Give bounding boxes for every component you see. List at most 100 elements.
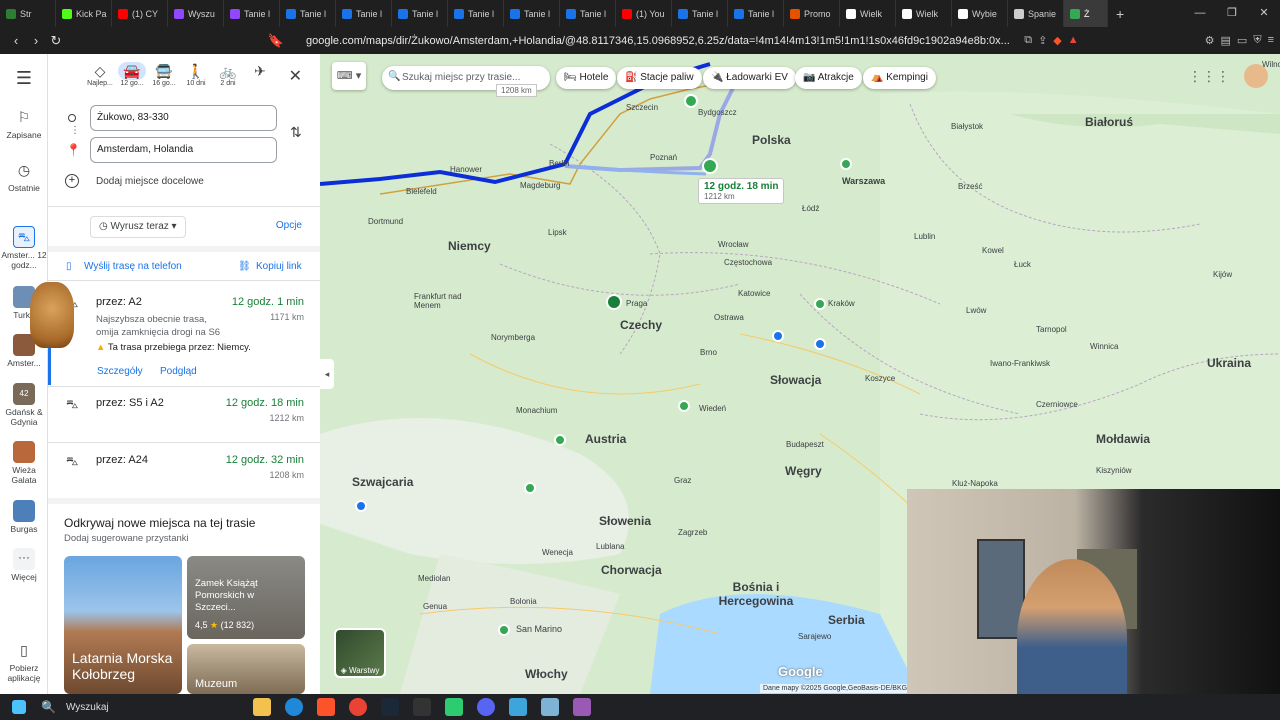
menu-icon[interactable]: ≡ [1268, 34, 1274, 47]
chrome-icon[interactable] [348, 698, 367, 716]
preview-button[interactable]: Podgląd [160, 366, 197, 377]
destination-input[interactable]: Amsterdam, Holandia [90, 137, 277, 163]
options-button[interactable]: Opcje [276, 220, 302, 231]
ev-marker-icon[interactable] [702, 158, 718, 174]
keyboard-button[interactable]: ⌨ ▾ [332, 62, 366, 90]
minimize-icon[interactable]: — [1184, 0, 1216, 27]
rail-get-app[interactable]: ▯ Pobierz aplikację [0, 639, 48, 684]
browser-tab[interactable]: Str [0, 0, 56, 27]
menu-hamburger-icon[interactable]: ☰ [0, 68, 48, 89]
browser-tab[interactable]: Tanie l [560, 0, 616, 27]
hotel-marker-icon[interactable] [814, 338, 826, 350]
bookmark-icon[interactable]: 🔖 [266, 33, 286, 49]
browser-tab[interactable]: Spanie [1008, 0, 1064, 27]
ev-marker-icon[interactable] [554, 434, 566, 446]
details-button[interactable]: Szczegóły [97, 366, 143, 377]
chip-camping[interactable]: ⛺ Kempingi [863, 67, 936, 89]
browser-tab[interactable]: Wyszu [168, 0, 224, 27]
mode-flight[interactable]: ✈ [246, 62, 274, 80]
browser-tab[interactable]: Tanie l [336, 0, 392, 27]
close-icon[interactable]: ✕ [289, 66, 302, 86]
app-icon[interactable] [444, 698, 463, 716]
browser-tab[interactable]: Tanie l [280, 0, 336, 27]
rail-recent-amsterdam-route[interactable]: ⛍ Amster... 12 godz... [0, 226, 48, 271]
browser-tab[interactable]: Tanie l [728, 0, 784, 27]
browser-tab[interactable]: Kick Pa [56, 0, 112, 27]
browser-tab[interactable]: Tanie l [672, 0, 728, 27]
collapse-panel-icon[interactable]: ◂ [320, 359, 334, 389]
vpn-icon[interactable]: ⛨ [1253, 34, 1261, 47]
rail-gdansk[interactable]: 42 Gdańsk & Gdynia [0, 383, 48, 428]
rewards-icon[interactable]: ▲ [1068, 34, 1079, 47]
browser-tab[interactable]: Tanie l [392, 0, 448, 27]
new-tab-icon[interactable]: + [1108, 6, 1132, 22]
browser-tab[interactable]: Wielk [896, 0, 952, 27]
rail-recent[interactable]: ◷ Ostatnie [0, 159, 48, 194]
hotel-marker-icon[interactable] [355, 500, 367, 512]
ev-marker-icon[interactable] [498, 624, 510, 636]
browser-tab[interactable]: Promo [784, 0, 840, 27]
wallet-icon[interactable]: ▭ [1237, 34, 1247, 47]
browser-tab[interactable]: Wielk [840, 0, 896, 27]
app-icon[interactable] [540, 698, 559, 716]
maximize-icon[interactable]: ❐ [1216, 0, 1248, 27]
ev-marker-icon[interactable] [840, 158, 852, 170]
hotel-marker-icon[interactable] [772, 330, 784, 342]
browser-tab[interactable]: Ż [1064, 0, 1108, 27]
browser-tab[interactable]: Tanie l [448, 0, 504, 27]
route-time-label[interactable]: 12 godz. 18 min 1212 km [698, 178, 785, 204]
browser-tab[interactable]: Wybie [952, 0, 1008, 27]
brave-icon[interactable] [316, 698, 335, 716]
copy-link[interactable]: Kopiuj link [256, 261, 302, 272]
mode-bike[interactable]: 🚲 2 dni [214, 62, 242, 87]
rail-galata[interactable]: Wieża Galata [0, 441, 48, 486]
route-option-2[interactable]: ⛍ przez: S5 i A2 12 godz. 18 min 1212 km [48, 389, 320, 441]
route-option-1[interactable]: ⛍ przez: A2 12 godz. 1 min 1171 km Najsz… [48, 288, 320, 388]
url-input[interactable]: google.com/maps/dir/Żukowo/Amsterdam,+Ho… [292, 30, 1012, 52]
chip-attractions[interactable]: 📷 Atrakcje [795, 67, 862, 89]
app-icon[interactable] [508, 698, 527, 716]
chip-ev[interactable]: 🔌 Ładowarki EV [703, 67, 796, 89]
ev-marker-icon[interactable] [678, 400, 690, 412]
chip-gas[interactable]: ⛽ Stacje paliw [617, 67, 702, 89]
ev-marker-icon[interactable] [606, 294, 622, 310]
app-icon[interactable] [572, 698, 591, 716]
origin-input[interactable]: Żukowo, 83-330 [90, 105, 277, 131]
windows-start-icon[interactable] [12, 700, 26, 714]
add-icon[interactable]: + [65, 174, 79, 188]
back-icon[interactable]: ‹ [6, 33, 26, 48]
mode-transit[interactable]: 🚍 16 go... [150, 62, 178, 87]
brave-shield-icon[interactable]: ◆ [1053, 34, 1061, 47]
place-card-museum[interactable]: Muzeum [187, 644, 305, 694]
ev-marker-icon[interactable] [814, 298, 826, 310]
swap-icon[interactable]: ⇅ [290, 124, 302, 141]
reload-icon[interactable]: ↻ [46, 33, 66, 49]
rail-more[interactable]: ··· Więcej [0, 548, 48, 583]
ev-marker-icon[interactable] [684, 94, 698, 108]
chip-hotels[interactable]: 🛏 Hotele [556, 67, 617, 89]
browser-tab[interactable]: (1) CY [112, 0, 168, 27]
alt-route-label[interactable]: 1208 km [496, 84, 537, 97]
place-card-castle[interactable]: Zamek Książąt Pomorskich w Szczeci... 4,… [187, 556, 305, 639]
browser-tab[interactable]: Tanie l [504, 0, 560, 27]
rail-saved[interactable]: ⚐ Zapisane [0, 106, 48, 141]
mode-car[interactable]: 🚘 12 go... [118, 62, 146, 87]
discord-icon[interactable] [476, 698, 495, 716]
browser-tab[interactable]: Tanie l [224, 0, 280, 27]
steam-icon[interactable] [380, 698, 399, 716]
apps-grid-icon[interactable]: ⋮⋮⋮ [1188, 68, 1230, 85]
taskbar-search[interactable]: Wyszukaj [66, 702, 246, 713]
mode-walk[interactable]: 🚶 10 dni [182, 62, 210, 87]
share-icon[interactable]: ⇪ [1038, 34, 1047, 47]
install-icon[interactable]: ⧉ [1024, 34, 1032, 47]
forward-icon[interactable]: › [26, 33, 46, 48]
place-card-lighthouse[interactable]: Latarnia Morska Kołobrzeg [64, 556, 182, 694]
layers-button[interactable]: ◈ Warstwy [334, 628, 386, 678]
browser-tab[interactable]: (1) You [616, 0, 672, 27]
depart-dropdown[interactable]: ◷ Wyrusz teraz ▾ [90, 216, 186, 238]
close-window-icon[interactable]: ✕ [1248, 0, 1280, 27]
send-to-phone-link[interactable]: Wyślij trasę na telefon [84, 261, 182, 272]
sidebar-icon[interactable]: ▤ [1221, 34, 1231, 47]
extensions-icon[interactable]: ⚙ [1205, 34, 1215, 47]
obs-icon[interactable] [412, 698, 431, 716]
